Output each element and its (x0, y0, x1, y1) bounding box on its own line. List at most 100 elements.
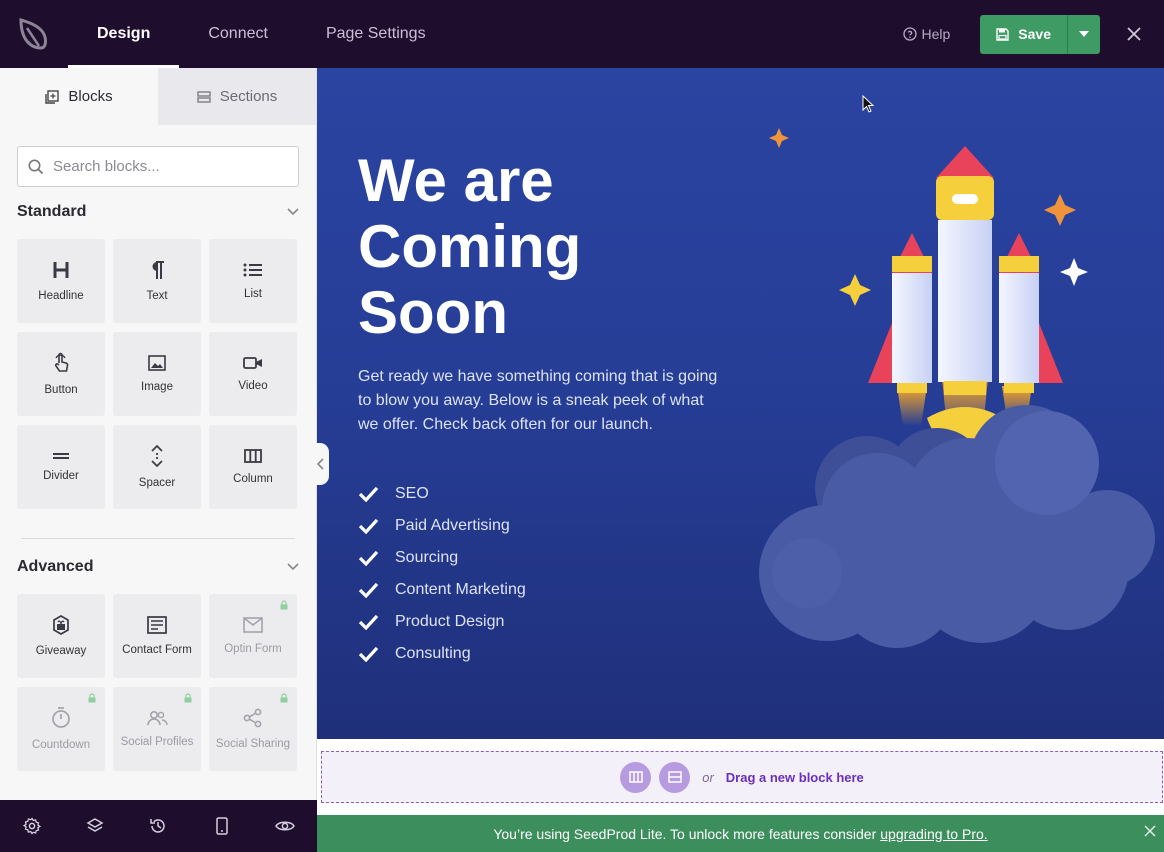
list-item: Consulting (358, 638, 526, 670)
block-label: Social Profiles (120, 736, 194, 748)
check-icon (358, 614, 379, 630)
block-button[interactable]: Button (17, 332, 105, 416)
save-button[interactable]: Save (980, 14, 1067, 54)
rocket-nose (936, 146, 994, 178)
standard-blocks-grid: Headline Text List Button Image Video Di… (17, 239, 299, 509)
block-label: Text (146, 290, 168, 302)
check-icon (358, 486, 379, 502)
block-label: Giveaway (35, 645, 87, 657)
add-column-icon (628, 771, 643, 783)
tab-sections[interactable]: Sections (158, 68, 316, 125)
list-item-label: Consulting (395, 645, 471, 662)
save-options-button[interactable] (1067, 14, 1100, 54)
block-list[interactable]: List (209, 239, 297, 323)
help-link[interactable]: Help (902, 26, 951, 42)
star-shape (1060, 258, 1088, 286)
block-label: Spacer (138, 477, 176, 489)
block-video[interactable]: Video (209, 332, 297, 416)
tab-page-settings[interactable]: Page Settings (297, 0, 455, 68)
block-divider[interactable]: Divider (17, 425, 105, 509)
seedprod-logo-icon[interactable] (0, 0, 68, 68)
block-label: List (244, 288, 262, 300)
top-bar: Design Connect Page Settings Help Save (0, 0, 1164, 68)
block-label: Optin Form (224, 643, 282, 655)
headline-line: Soon (358, 279, 508, 346)
paragraph-icon (152, 261, 164, 279)
drop-zone-label: Drag a new block here (725, 769, 864, 785)
block-label: Headline (38, 290, 84, 302)
block-column[interactable]: Column (209, 425, 297, 509)
block-label: Image (141, 381, 173, 393)
page-canvas[interactable]: We are Coming Soon Get ready we have som… (317, 68, 1164, 739)
drop-zone[interactable]: or Drag a new block here (321, 751, 1163, 803)
social-sharing-icon (243, 708, 262, 728)
booster-fin (1039, 323, 1063, 383)
spacer-icon (151, 445, 163, 467)
add-section-button[interactable] (659, 761, 691, 793)
list-item: Product Design (358, 606, 526, 638)
search-input[interactable] (53, 158, 283, 175)
close-icon[interactable] (1144, 825, 1156, 837)
lock-icon (280, 600, 288, 610)
block-text[interactable]: Text (113, 239, 201, 323)
optin-form-icon (243, 617, 263, 633)
list-icon (243, 263, 262, 277)
block-label: Video (238, 380, 268, 392)
tab-connect[interactable]: Connect (179, 0, 297, 68)
collapse-sidebar-handle[interactable] (311, 443, 329, 485)
layers-button[interactable] (79, 810, 111, 842)
close-builder-button[interactable] (1118, 0, 1150, 68)
standard-section-header[interactable]: Standard (17, 197, 299, 227)
block-spacer[interactable]: Spacer (113, 425, 201, 509)
settings-icon (22, 817, 41, 835)
preview-eye-icon (275, 821, 296, 831)
services-list[interactable]: SEO Paid Advertising Sourcing Content Ma… (358, 478, 526, 670)
hero-paragraph[interactable]: Get ready we have something coming that … (358, 365, 728, 437)
star-shape (1044, 194, 1076, 226)
check-icon (358, 646, 379, 662)
history-button[interactable] (142, 810, 174, 842)
rocket-illustration[interactable] (757, 68, 1164, 739)
help-label: Help (921, 26, 951, 42)
mobile-preview-button[interactable] (206, 810, 238, 842)
tab-blocks[interactable]: Blocks (0, 68, 158, 125)
list-item: Sourcing (358, 542, 526, 574)
social-profiles-icon (147, 710, 168, 726)
headline-icon (53, 262, 69, 278)
caret-down-icon (1079, 31, 1089, 37)
star-shape (839, 274, 871, 306)
tab-design[interactable]: Design (68, 0, 180, 68)
save-group: Save (980, 14, 1100, 54)
block-giveaway[interactable]: Giveaway (17, 594, 105, 678)
top-nav: Design Connect Page Settings (68, 0, 455, 68)
sections-icon (197, 90, 211, 103)
rocket-nozzle (944, 381, 986, 395)
block-image[interactable]: Image (113, 332, 201, 416)
chevron-down-icon (287, 208, 299, 216)
upgrade-link[interactable]: upgrading to Pro. (880, 826, 987, 842)
booster-fin (868, 323, 892, 383)
preview-button[interactable] (269, 810, 301, 842)
block-contact-form[interactable]: Contact Form (113, 594, 201, 678)
block-social-profiles[interactable]: Social Profiles (113, 687, 201, 771)
lock-icon (184, 693, 192, 703)
booster-body (999, 273, 1039, 383)
add-column-button[interactable] (620, 761, 652, 793)
headline-line: Coming (358, 213, 582, 280)
mouse-cursor-icon (862, 95, 874, 113)
block-headline[interactable]: Headline (17, 239, 105, 323)
advanced-section-header[interactable]: Advanced (17, 552, 299, 582)
layers-icon (86, 818, 104, 832)
block-countdown[interactable]: Countdown (17, 687, 105, 771)
sidebar-tabs: Blocks Sections (0, 68, 316, 125)
block-social-sharing[interactable]: Social Sharing (209, 687, 297, 771)
block-label: Countdown (31, 739, 91, 751)
mobile-preview-icon (216, 817, 228, 835)
booster-nozzle (897, 383, 927, 393)
hero-headline[interactable]: We are Coming Soon (358, 148, 738, 346)
lock-icon (280, 693, 288, 703)
settings-button[interactable] (16, 810, 48, 842)
button-icon (55, 352, 69, 372)
block-optin-form[interactable]: Optin Form (209, 594, 297, 678)
image-icon (148, 355, 166, 371)
